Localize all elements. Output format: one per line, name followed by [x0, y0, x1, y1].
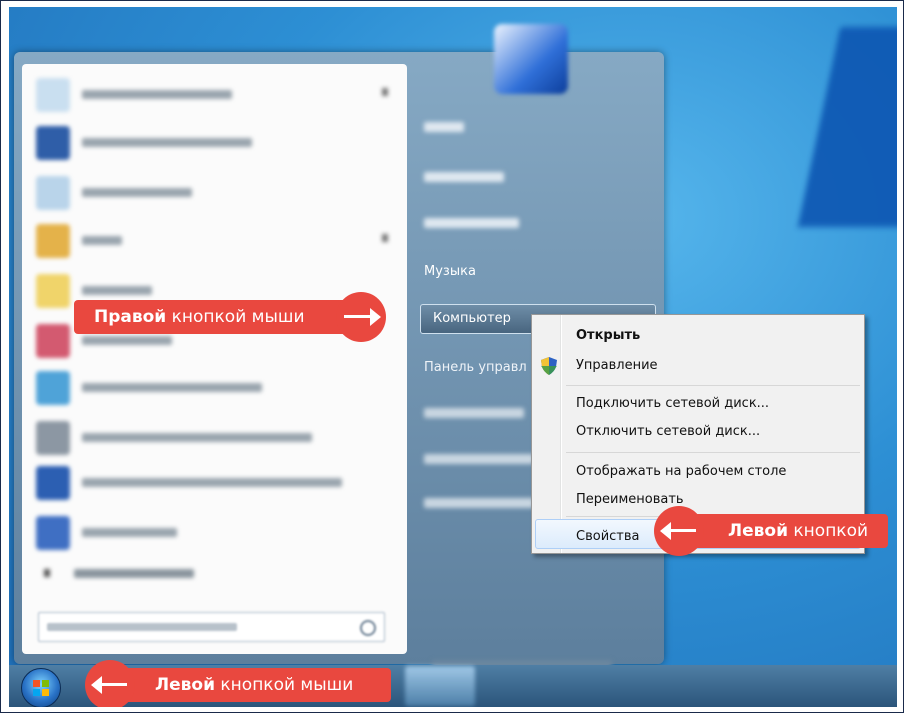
right-item-devices[interactable]	[424, 408, 524, 418]
menu-item-disconnect-network-drive[interactable]: Отключить сетевой диск...	[576, 424, 760, 439]
right-item-user[interactable]	[424, 122, 464, 132]
context-menu-icon-strip	[560, 315, 562, 553]
annotation-left-click-properties: Левой кнопкой	[654, 506, 888, 556]
arrow-left-icon	[99, 683, 127, 686]
annotation-right-click-text: Правой кнопкой мыши	[94, 307, 305, 327]
start-button[interactable]	[21, 668, 61, 707]
menu-item-map-network-drive[interactable]: Подключить сетевой диск...	[576, 396, 769, 411]
menu-item-show-on-desktop[interactable]: Отображать на рабочем столе	[576, 464, 786, 479]
menu-item-open[interactable]: Открыть	[576, 328, 640, 343]
program-item[interactable]	[32, 419, 392, 459]
right-item-documents[interactable]	[424, 172, 504, 182]
start-menu-programs-pane	[22, 64, 407, 654]
screenshot-frame: Музыка Компьютер Панель управл Открыть У…	[0, 0, 904, 713]
desktop: Музыка Компьютер Панель управл Открыть У…	[9, 7, 897, 707]
right-item-default-programs[interactable]	[424, 454, 534, 464]
windows-logo-icon	[33, 680, 49, 696]
right-item-control-panel[interactable]: Панель управл	[424, 360, 527, 384]
menu-item-rename[interactable]: Переименовать	[576, 492, 684, 507]
computer-label: Компьютер	[433, 311, 511, 326]
right-item-pictures[interactable]	[424, 218, 519, 228]
taskbar-app-button[interactable]	[405, 666, 475, 706]
right-item-music[interactable]: Музыка	[424, 264, 476, 288]
annotation-circle	[85, 660, 135, 707]
menu-separator	[566, 452, 860, 453]
program-item[interactable]	[32, 124, 392, 164]
program-item[interactable]	[32, 514, 392, 554]
program-item[interactable]	[32, 222, 392, 262]
program-item[interactable]	[32, 464, 392, 504]
annotation-bold: Левой	[155, 675, 215, 695]
menu-item-manage[interactable]: Управление	[576, 358, 658, 373]
right-item-help[interactable]	[424, 498, 534, 508]
arrow-right-icon	[344, 315, 372, 318]
annotation-bold: Левой	[728, 521, 788, 541]
program-item[interactable]	[32, 76, 392, 116]
program-item[interactable]	[32, 369, 392, 409]
annotation-rest: кнопкой	[788, 521, 869, 541]
menu-item-properties[interactable]: Свойства	[576, 529, 640, 544]
annotation-rest: кнопкой мыши	[215, 675, 354, 695]
uac-shield-icon	[541, 357, 557, 375]
windows-logo-wallpaper	[797, 27, 897, 227]
program-item[interactable]	[32, 174, 392, 214]
annotation-left-click-start: Левой кнопкой мыши	[85, 660, 391, 707]
all-programs-link[interactable]	[40, 564, 240, 584]
annotation-left-click-start-text: Левой кнопкой мыши	[155, 675, 353, 695]
annotation-circle	[654, 506, 704, 556]
arrow-left-icon	[668, 529, 696, 532]
search-icon	[360, 620, 376, 636]
start-search-input[interactable]	[38, 612, 385, 642]
annotation-left-click-properties-text: Левой кнопкой	[728, 521, 868, 541]
annotation-bold: Правой	[94, 307, 167, 327]
annotation-circle	[336, 292, 386, 342]
annotation-rest: кнопкой мыши	[166, 307, 305, 327]
menu-separator	[566, 385, 860, 386]
arrow-head	[370, 308, 381, 326]
annotation-right-click: Правой кнопкой мыши	[74, 292, 386, 342]
